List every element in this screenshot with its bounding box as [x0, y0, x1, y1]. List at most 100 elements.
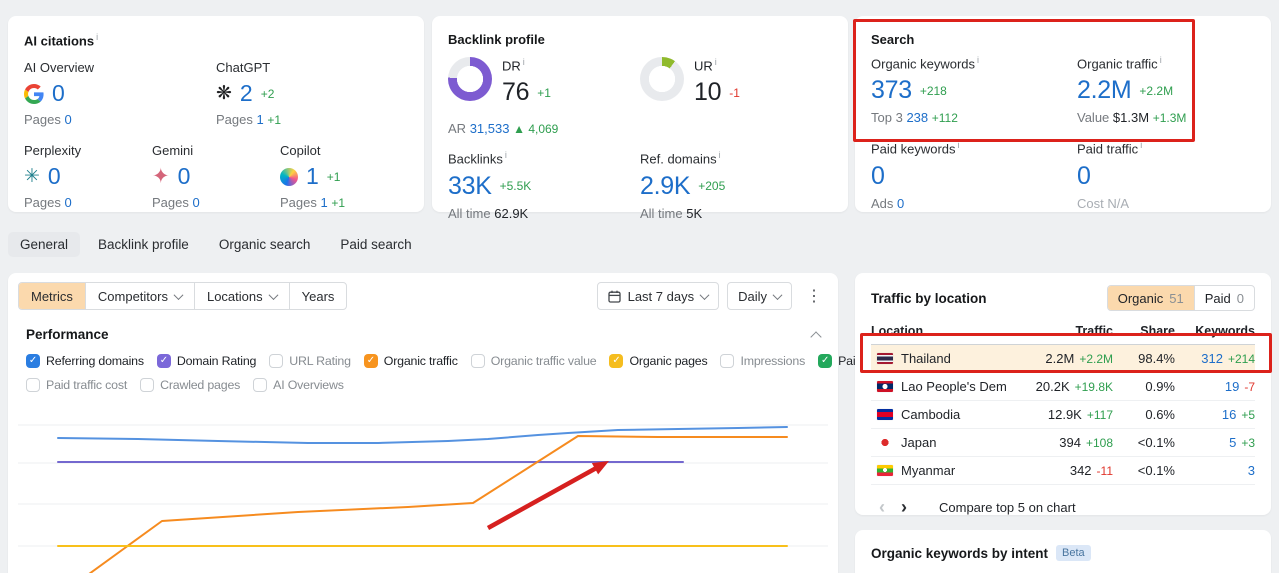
ur-donut-icon: [640, 57, 684, 101]
paid-traffic-value[interactable]: 0: [1077, 162, 1091, 191]
checkbox-organic-traffic[interactable]: ✓ Organic traffic: [363, 354, 458, 368]
checkbox-ai-overviews[interactable]: AI Overviews: [253, 378, 344, 392]
paid-traffic-block: Paid traffic i 0 Cost N/A: [1077, 140, 1255, 210]
backlinks-label: Backlinks i: [448, 150, 507, 167]
backlinks-value[interactable]: 33K: [448, 172, 492, 201]
info-icon: i: [1159, 55, 1162, 65]
kh-flag-icon: [877, 409, 893, 420]
chart-settings-segmented-control: Metrics Competitors Locations Years: [18, 282, 348, 310]
granularity-button[interactable]: Daily: [727, 282, 792, 310]
organic-keywords-block: Organic keywords i 373 +218 Top 3 238 +112: [871, 55, 1077, 125]
checkbox-domain-rating[interactable]: ✓ Domain Rating: [156, 354, 256, 368]
top3-value[interactable]: 238: [906, 110, 928, 125]
segment-competitors[interactable]: Competitors: [86, 283, 195, 309]
segment-locations[interactable]: Locations: [195, 283, 290, 309]
checkbox-url-rating[interactable]: URL Rating: [269, 354, 351, 368]
keywords-count-link[interactable]: 19: [1225, 379, 1239, 394]
backlink-profile-card: Backlink profile DR i 76 +1 AR 31,533 ▲ 4,…: [432, 16, 848, 221]
tab-general[interactable]: General: [8, 232, 81, 257]
column-header-traffic[interactable]: Traffic: [1007, 324, 1113, 338]
ai-citation-gemini: Gemini ✦ 0 Pages 0: [152, 143, 200, 211]
keywords-by-intent-title: Organic keywords by intent: [871, 545, 1049, 561]
toggle-paid[interactable]: Paid 0: [1193, 286, 1254, 310]
dr-donut-icon: [448, 57, 492, 101]
table-row-myanmar[interactable]: Myanmar 342 -11 <0.1% 3: [871, 457, 1255, 485]
toggle-organic[interactable]: Organic 51: [1107, 286, 1194, 310]
date-range-button[interactable]: Last 7 days: [596, 282, 720, 310]
section-tabs: General Backlink profile Organic search Pai…: [8, 232, 424, 257]
organic-traffic-value[interactable]: 2.2M: [1077, 76, 1132, 105]
location-table-body: Thailand 2.2M +2.2M 98.4% 312 +214 Lao People'…: [871, 345, 1255, 485]
checkbox-referring-domains[interactable]: ✓ Referring domains: [26, 354, 144, 368]
paid-keywords-label: Paid keywords i: [871, 140, 960, 157]
performance-chart[interactable]: [8, 400, 838, 573]
keywords-count-link[interactable]: 16: [1222, 407, 1236, 422]
annotation-arrow-line: [486, 463, 602, 530]
keywords-count-link[interactable]: 3: [1248, 463, 1255, 478]
ai-citation-value[interactable]: 0: [178, 163, 191, 190]
traffic-by-location-title: Traffic by location: [871, 290, 987, 306]
tab-organic-search[interactable]: Organic search: [207, 232, 323, 257]
next-page-icon[interactable]: ›: [893, 498, 915, 516]
search-title: Search: [871, 32, 915, 47]
ai-citations-card: AI citations i AI Overview 0 Pages 0 ChatGPT…: [8, 16, 424, 212]
column-header-location[interactable]: Location: [871, 324, 1007, 338]
perplexity-icon: ✳: [24, 166, 40, 188]
backlinks-alltime: 62.9K: [494, 205, 529, 221]
ahrefs-rank-value[interactable]: 31,533: [470, 121, 510, 136]
jp-flag-icon: [877, 437, 893, 448]
chevron-down-icon: [699, 289, 710, 300]
location-table-header: Location Traffic Share Keywords: [871, 317, 1255, 345]
segment-years[interactable]: Years: [290, 283, 347, 309]
cost-value: N/A: [1107, 195, 1130, 211]
checkbox-impressions[interactable]: Impressions: [720, 354, 805, 368]
table-row-thailand[interactable]: Thailand 2.2M +2.2M 98.4% 312 +214: [871, 345, 1255, 373]
checked-checkbox-icon: ✓: [156, 354, 171, 368]
gemini-icon: ✦: [152, 165, 170, 189]
prev-page-icon[interactable]: ‹: [871, 498, 893, 516]
info-icon: i: [977, 55, 980, 65]
ahrefs-rank-row: AR 31,533 ▲ 4,069: [448, 121, 559, 137]
tab-backlink-profile[interactable]: Backlink profile: [86, 232, 201, 257]
checked-checkbox-icon: ✓: [26, 354, 40, 368]
info-icon: i: [957, 140, 960, 151]
copilot-icon: [280, 167, 298, 186]
collapse-chevron-icon[interactable]: [810, 331, 822, 343]
ai-citations-grid: AI Overview 0 Pages 0 ChatGPT ❋ 2 +2 Pages 1 +1…: [8, 60, 424, 210]
organic-traffic-block: Organic traffic i 2.2M +2.2M Value $1.3M +…: [1077, 55, 1255, 125]
checkbox-organic-pages[interactable]: ✓ Organic pages: [609, 354, 708, 368]
organic-traffic-label: Organic traffic i: [1077, 55, 1162, 72]
table-row-cambodia[interactable]: Cambodia 12.9K +117 0.6% 16 +5: [871, 401, 1255, 429]
ai-citation-value[interactable]: 1: [306, 163, 319, 190]
compare-top5-link[interactable]: Compare top 5 on chart: [939, 500, 1076, 515]
tab-paid-search[interactable]: Paid search: [328, 232, 423, 257]
keywords-count-link[interactable]: 312: [1201, 351, 1223, 366]
traffic-by-location-card: Traffic by location Organic 51 Paid 0 Locat…: [855, 273, 1271, 516]
paid-keywords-value[interactable]: 0: [871, 162, 885, 191]
table-row-lao-people-s-democratic-reput[interactable]: Lao People's Democratic Reput20.2K+19.8K…: [871, 373, 1255, 401]
checkbox-crawled-pages[interactable]: Crawled pages: [140, 378, 240, 392]
column-header-share[interactable]: Share: [1113, 324, 1175, 338]
column-header-keywords[interactable]: Keywords: [1175, 324, 1255, 338]
domain-rating-block: DR i 76 +1 AR 31,533 ▲ 4,069: [448, 57, 640, 136]
checkbox-organic-traffic-value[interactable]: Organic traffic value: [470, 354, 597, 368]
checkbox-paid-traffic-cost[interactable]: Paid traffic cost: [26, 378, 127, 392]
organic-keywords-value[interactable]: 373: [871, 76, 912, 105]
keywords-count-link[interactable]: 5: [1229, 435, 1236, 450]
ai-citation-value[interactable]: 2: [240, 80, 253, 107]
more-options-kebab-icon[interactable]: ⋮: [800, 286, 828, 306]
chatgpt-icon: ❋: [216, 83, 232, 105]
organic-paid-toggle: Organic 51 Paid 0: [1106, 285, 1255, 311]
segment-metrics[interactable]: Metrics: [19, 283, 86, 309]
calendar-icon: [607, 290, 621, 303]
la-flag-icon: [877, 381, 893, 392]
ai-citation-value[interactable]: 0: [52, 80, 65, 107]
mm-flag-icon: [877, 465, 893, 476]
backlink-profile-title: Backlink profile: [448, 32, 545, 47]
google-icon: [24, 83, 44, 104]
table-row-japan[interactable]: Japan 394 +108 <0.1% 5 +3: [871, 429, 1255, 457]
dr-delta: +1: [537, 85, 551, 100]
ref-domains-value[interactable]: 2.9K: [640, 172, 691, 201]
up-arrow-icon: ▲: [513, 122, 525, 137]
ai-citation-value[interactable]: 0: [48, 163, 61, 190]
